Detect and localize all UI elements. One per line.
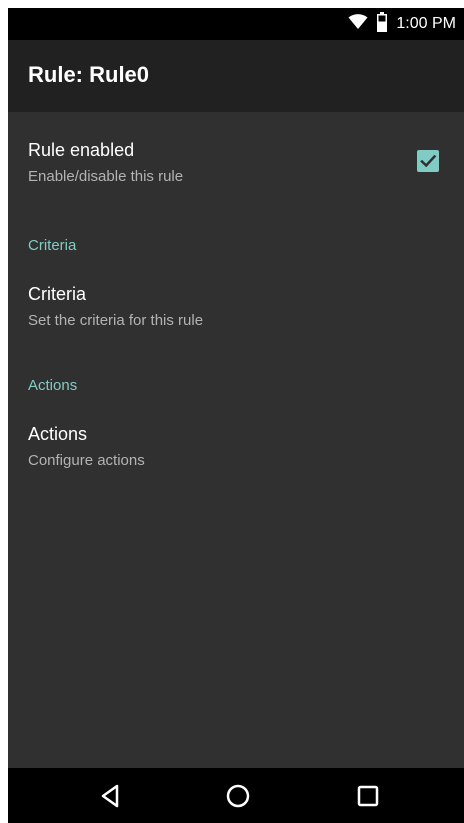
recents-button[interactable] <box>352 780 384 812</box>
home-icon <box>226 784 250 808</box>
navigation-bar <box>8 768 464 823</box>
recents-icon <box>357 785 379 807</box>
wifi-icon <box>348 13 368 35</box>
rule-enabled-checkbox[interactable] <box>417 150 439 172</box>
back-icon <box>101 784 119 808</box>
page-title: Rule: Rule0 <box>28 62 150 87</box>
status-bar: 1:00 PM <box>8 8 464 40</box>
home-button[interactable] <box>222 780 254 812</box>
battery-icon <box>376 11 388 37</box>
criteria-preference[interactable]: Criteria Set the criteria for this rule <box>8 280 464 350</box>
rule-enabled-summary: Enable/disable this rule <box>28 168 184 185</box>
criteria-summary: Set the criteria for this rule <box>28 312 204 329</box>
criteria-title: Criteria <box>28 284 87 304</box>
actions-summary: Configure actions <box>28 452 145 469</box>
device-screen: 1:00 PM Rule: Rule0 Rule enabled Enable/… <box>8 8 464 823</box>
criteria-category-header: Criteria <box>28 237 77 254</box>
status-time: 1:00 PM <box>396 15 456 32</box>
actions-category-header: Actions <box>28 377 78 394</box>
rule-enabled-title: Rule enabled <box>28 140 135 160</box>
checkmark-icon <box>420 154 437 168</box>
status-icons: 1:00 PM <box>348 8 456 40</box>
back-button[interactable] <box>94 780 126 812</box>
app-bar: Rule: Rule0 <box>8 40 464 112</box>
rule-enabled-preference[interactable]: Rule enabled Enable/disable this rule <box>8 136 464 206</box>
actions-title: Actions <box>28 424 88 444</box>
preferences-list: Rule enabled Enable/disable this rule Cr… <box>8 112 464 768</box>
actions-preference[interactable]: Actions Configure actions <box>8 420 464 490</box>
